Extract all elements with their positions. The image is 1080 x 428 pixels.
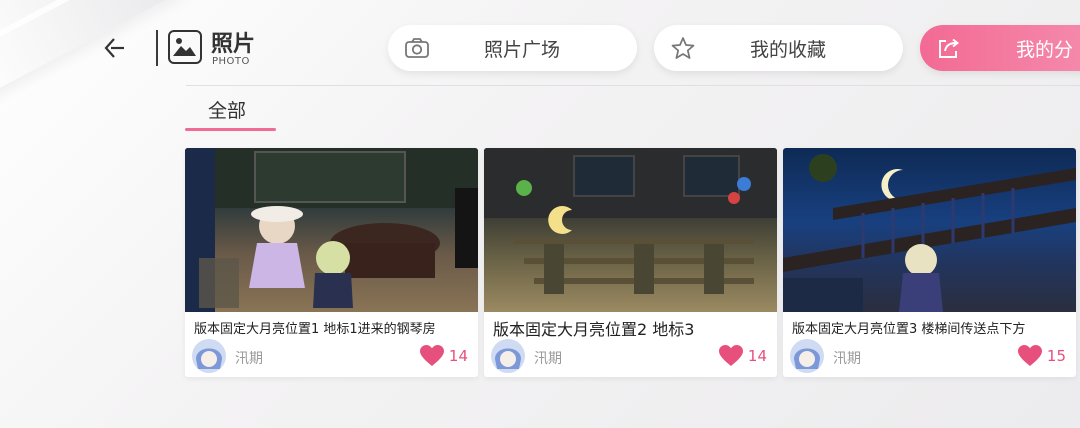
- photo-square-button[interactable]: 照片广场: [388, 25, 637, 71]
- photo-thumbnail: [783, 148, 1076, 312]
- photo-caption: 版本固定大月亮位置1 地标1进来的钢琴房: [194, 322, 436, 337]
- camera-icon: [405, 38, 429, 58]
- page-title: 照片: [211, 32, 256, 57]
- share-icon: [939, 38, 960, 58]
- photo-caption: 版本固定大月亮位置3 楼梯间传送点下方: [792, 322, 1026, 337]
- my-favorites-label: 我的收藏: [750, 39, 827, 61]
- like-count: 14: [747, 347, 767, 365]
- header-divider: [156, 30, 158, 66]
- my-shares-label: 我的分: [1016, 39, 1074, 61]
- heart-icon[interactable]: [1018, 345, 1042, 367]
- header-separator: [186, 85, 1080, 86]
- like-count: 14: [448, 347, 468, 365]
- photo-square-label: 照片广场: [484, 39, 561, 61]
- author-name: 汛期: [235, 351, 263, 367]
- page-subtitle: PHOTO: [212, 56, 250, 67]
- heart-icon[interactable]: [719, 345, 743, 367]
- author-name: 汛期: [833, 351, 861, 367]
- heart-icon[interactable]: [420, 345, 444, 367]
- back-button[interactable]: [98, 32, 130, 64]
- photo-caption: 版本固定大月亮位置2 地标3: [493, 320, 695, 339]
- star-icon: [671, 37, 695, 59]
- my-shares-button[interactable]: 我的分: [920, 25, 1080, 71]
- tab-active-indicator: [185, 128, 276, 131]
- my-favorites-button[interactable]: 我的收藏: [654, 25, 903, 71]
- author-name: 汛期: [534, 351, 562, 367]
- photo-thumbnail: [484, 148, 777, 312]
- tab-all[interactable]: 全部: [208, 96, 246, 123]
- photo-card[interactable]: 版本固定大月亮位置3 楼梯间传送点下方 汛期 15: [783, 148, 1076, 377]
- photo-icon: [168, 30, 202, 64]
- photo-card[interactable]: 版本固定大月亮位置1 地标1进来的钢琴房 汛期 14: [185, 148, 478, 377]
- photo-card[interactable]: 版本固定大月亮位置2 地标3 汛期 14: [484, 148, 777, 377]
- like-count: 15: [1046, 347, 1066, 365]
- avatar: [491, 339, 525, 373]
- avatar: [790, 339, 824, 373]
- photo-thumbnail: [185, 148, 478, 312]
- avatar: [192, 339, 226, 373]
- back-arrow-icon: [104, 38, 124, 58]
